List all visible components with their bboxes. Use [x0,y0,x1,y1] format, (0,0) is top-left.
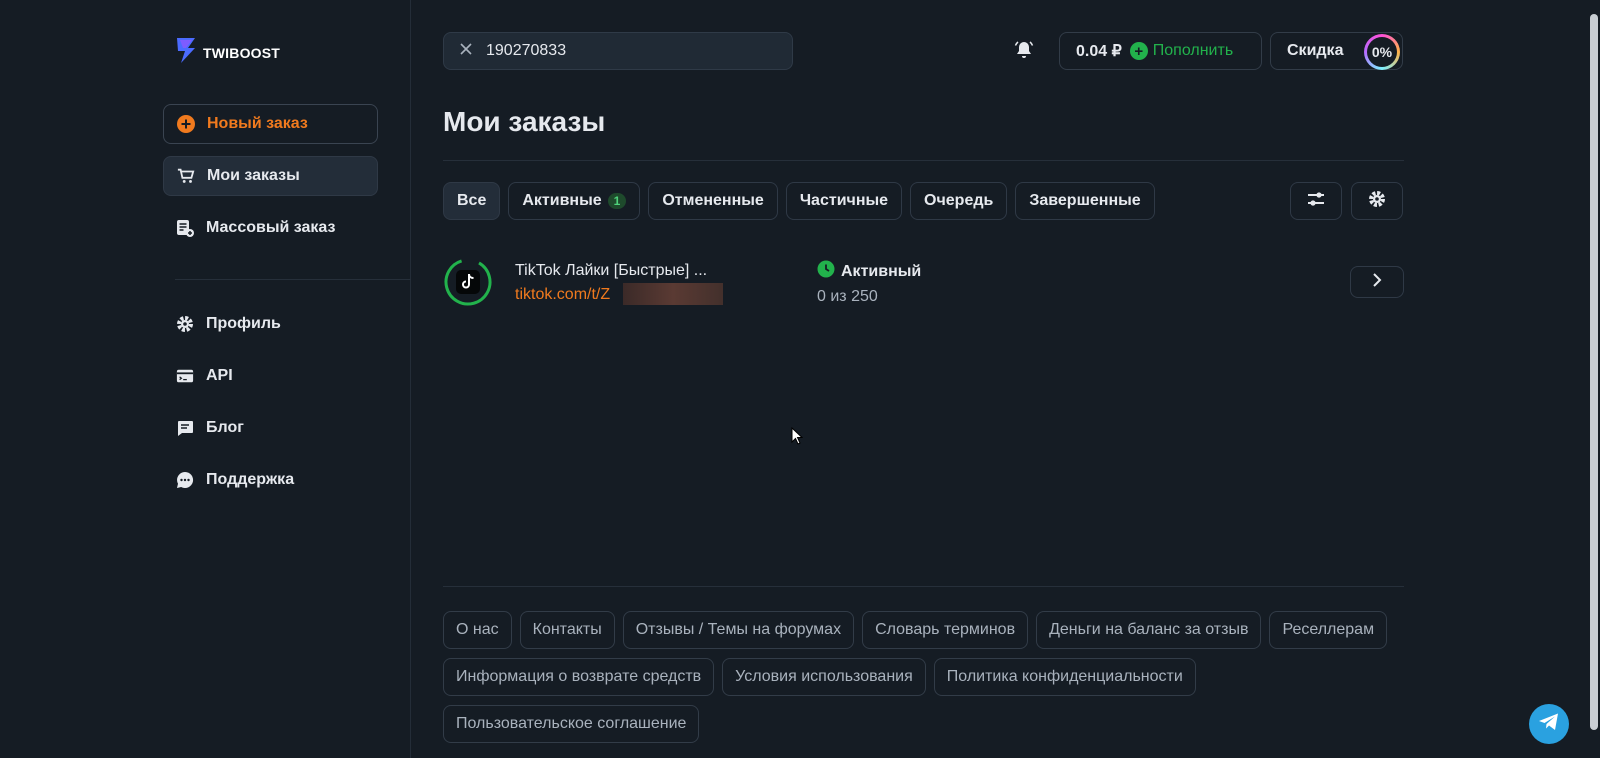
discount-widget[interactable]: Скидка 0% [1270,32,1403,70]
tab-label: Завершенные [1029,192,1141,209]
plus-circle-icon: + [1129,42,1148,60]
tab-label: Частичные [799,192,889,209]
balance-amount: 0.04 ₽ [1076,43,1122,60]
cart-icon [177,167,195,185]
sliders-icon [1306,191,1326,212]
order-progress-ring [443,257,493,307]
tiktok-icon [460,273,476,296]
sidebar-item-label: Мои заказы [207,167,300,184]
footer-links: О нас Контакты Отзывы / Темы на форумах … [443,611,1404,743]
tab-all[interactable]: Все [443,182,501,220]
footer-link-glossary[interactable]: Словарь терминов [862,611,1029,649]
tab-active[interactable]: Активные 1 [508,182,641,220]
page-scrollbar[interactable] [1586,0,1600,758]
search-input[interactable] [486,42,756,60]
order-status-label: Активный [841,262,922,280]
balance-widget[interactable]: 0.04 ₽ + Пополнить [1059,32,1262,70]
sidebar-item-label: API [206,367,233,384]
mouse-cursor-icon [791,426,804,450]
list-plus-icon [176,219,194,237]
tab-partial[interactable]: Частичные [785,182,903,220]
sidebar-item-label: Поддержка [206,471,295,488]
sidebar-item-label: Блог [206,419,244,436]
order-filter-tabs: Все Активные 1 Отмененные Частичные Очер… [443,182,1155,220]
tab-label: Отмененные [662,192,764,209]
sidebar-item-blog[interactable]: Блог [163,408,378,448]
tab-completed[interactable]: Завершенные [1015,182,1155,220]
chevron-right-icon [1372,272,1382,292]
search-box[interactable] [443,32,793,70]
chat-dots-icon [176,471,194,489]
footer-link-user-agreement[interactable]: Пользовательское соглашение [443,705,700,743]
order-name: TikTok Лайки [Быстрые] ... [515,262,708,279]
new-order-label: Новый заказ [207,115,308,132]
sidebar-item-label: Массовый заказ [206,219,336,236]
discount-value: 0% [1367,37,1397,67]
footer-link-about[interactable]: О нас [443,611,512,649]
chat-bubble-icon [176,419,194,437]
tab-cancelled[interactable]: Отмененные [648,182,778,220]
bell-icon[interactable] [1014,40,1034,65]
footer-divider [443,586,1404,587]
tab-queue[interactable]: Очередь [910,182,1008,220]
footer-link-privacy[interactable]: Политика конфиденциальности [933,658,1196,696]
telegram-button[interactable] [1529,704,1569,744]
redacted-area [623,283,723,305]
footer-link-reviews[interactable]: Отзывы / Темы на форумах [622,611,855,649]
tab-label: Все [457,192,487,209]
gear-icon [1368,190,1386,213]
footer-link-terms[interactable]: Условия использования [722,658,926,696]
sidebar-item-mass-order[interactable]: Массовый заказ [163,208,378,248]
sidebar-item-label: Профиль [206,315,281,332]
order-link[interactable]: tiktok.com/t/Z [515,286,610,304]
brand-name: TWIBOOST [203,44,281,61]
discount-label: Скидка [1287,42,1344,59]
tab-label: Очередь [924,192,994,209]
discount-badge: 0% [1364,34,1400,70]
sidebar-divider [175,279,411,280]
sidebar-item-support[interactable]: Поддержка [163,460,378,500]
topup-button[interactable]: + Пополнить [1129,42,1234,60]
open-order-button[interactable] [1350,266,1404,298]
brand-logo[interactable]: TWIBOOST [175,36,280,69]
topup-label: Пополнить [1152,42,1234,59]
page-title: Мои заказы [443,106,606,137]
sidebar-item-profile[interactable]: Профиль [163,304,378,344]
title-divider [443,160,1404,161]
footer-link-contacts[interactable]: Контакты [519,611,615,649]
lightning-logo-icon [175,36,199,69]
footer-link-review-bonus[interactable]: Деньги на баланс за отзыв [1036,611,1262,649]
sidebar: TWIBOOST Новый заказ Мои заказы Массовый… [0,0,411,758]
sidebar-item-api[interactable]: API [163,356,378,396]
footer-link-resellers[interactable]: Реселлерам [1269,611,1388,649]
tab-count-badge: 1 [607,193,627,209]
new-order-button[interactable]: Новый заказ [163,104,378,144]
gear-icon [176,315,194,333]
sidebar-item-my-orders[interactable]: Мои заказы [163,156,378,196]
plus-circle-icon [177,115,195,133]
api-card-icon [176,367,194,385]
tab-label: Активные [522,192,602,209]
order-status: Активный [817,260,921,283]
filter-button[interactable] [1290,182,1342,220]
settings-button[interactable] [1351,182,1403,220]
clock-icon [817,260,835,283]
order-progress-text: 0 из 250 [817,288,878,305]
close-icon[interactable] [460,42,472,60]
order-row[interactable]: TikTok Лайки [Быстрые] ... tiktok.com/t/… [443,257,1404,307]
telegram-icon [1538,712,1560,737]
footer-link-refunds[interactable]: Информация о возврате средств [443,658,715,696]
scrollbar-thumb[interactable] [1590,14,1598,730]
